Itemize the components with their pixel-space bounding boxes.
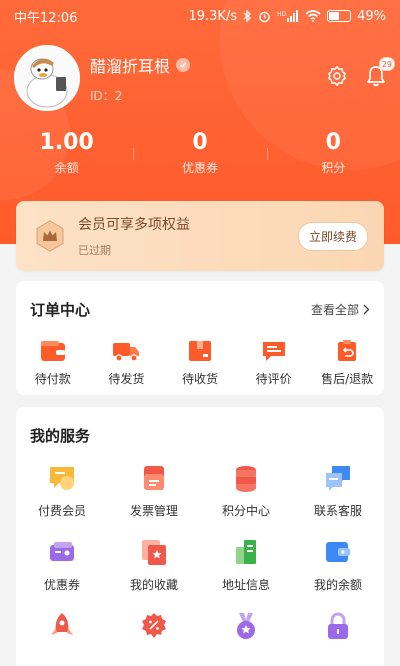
refund-icon [333, 338, 361, 364]
service-customer-support[interactable]: 联系客服 [292, 456, 384, 518]
account-stats: 1.00 余额 0 优惠券 0 积分 [0, 130, 400, 176]
notification-count-badge: 29 [378, 57, 395, 71]
vip-icon [46, 462, 78, 494]
user-id: ID：2 [90, 88, 123, 103]
favorite-icon [138, 536, 170, 568]
stat-coupons[interactable]: 0 优惠券 [133, 130, 266, 176]
wallet-icon [39, 338, 67, 364]
membership-title: 会员可享多项权益 [78, 217, 190, 233]
chevron-right-icon [363, 304, 370, 315]
comment-icon [260, 338, 288, 364]
medal-icon [230, 610, 262, 642]
discount-icon [138, 610, 170, 642]
service-label: 付费会员 [37, 504, 86, 518]
my-services-title: 我的服务 [30, 427, 91, 445]
address-icon [230, 536, 262, 568]
battery-icon [327, 10, 352, 22]
service-item[interactable] [108, 604, 200, 664]
stat-value: 0 [325, 130, 341, 155]
coupon-icon [46, 536, 78, 568]
membership-status: 已过期 [78, 244, 111, 257]
chat-icon [322, 462, 354, 494]
order-pending-payment[interactable]: 待付款 [16, 338, 90, 387]
order-label: 待收货 [181, 372, 218, 386]
order-pending-review[interactable]: 待评价 [237, 338, 311, 387]
see-all-label: 查看全部 [310, 303, 359, 317]
truck-icon [112, 338, 140, 364]
stat-value: 0 [192, 130, 208, 155]
notification-bell-icon[interactable]: 29 [366, 57, 395, 91]
renew-button[interactable]: 立即续费 [297, 221, 368, 251]
profile-section: 醋溜折耳根 ID：2 29 [14, 38, 395, 118]
battery-text: 49% [357, 8, 386, 24]
order-label: 售后/退款 [321, 372, 374, 386]
service-label: 地址信息 [221, 578, 270, 592]
stat-label: 积分 [321, 161, 346, 175]
order-after-sales[interactable]: 售后/退款 [310, 338, 384, 387]
service-paid-membership[interactable]: 付费会员 [16, 456, 108, 518]
service-item[interactable] [292, 604, 384, 664]
stat-points[interactable]: 0 积分 [266, 130, 400, 176]
balance-icon [322, 536, 354, 568]
status-time: 中午12:06 [14, 10, 78, 26]
package-icon [186, 338, 214, 364]
points-icon [230, 462, 262, 494]
service-address-info[interactable]: 地址信息 [200, 530, 292, 592]
stat-value: 1.00 [39, 130, 94, 155]
verified-icon [176, 57, 191, 72]
wifi-icon [305, 10, 321, 22]
order-pending-receipt[interactable]: 待收货 [163, 338, 237, 387]
settings-gear-icon[interactable] [326, 65, 348, 91]
service-item[interactable] [16, 604, 108, 664]
my-services-card: 我的服务 付费会员 发票管理 积分中心 联系客服 优惠券 我的收藏 地址信息 我… [16, 407, 384, 666]
service-label: 我的余额 [313, 578, 362, 592]
membership-banner[interactable]: 会员可享多项权益 已过期 立即续费 [16, 201, 384, 271]
order-label: 待评价 [255, 372, 292, 386]
crown-icon [32, 218, 68, 254]
hd-signal-icon: HD [277, 10, 299, 22]
lock-icon [322, 610, 354, 642]
rocket-icon [46, 610, 78, 642]
service-item[interactable] [200, 604, 292, 664]
stat-label: 优惠券 [181, 161, 218, 175]
service-coupons[interactable]: 优惠券 [16, 530, 108, 592]
service-label: 发票管理 [129, 504, 178, 518]
network-speed: 19.3K/s [188, 8, 238, 24]
service-favorites[interactable]: 我的收藏 [108, 530, 200, 592]
svg-text:HD: HD [277, 11, 287, 18]
see-all-orders-link[interactable]: 查看全部 [311, 301, 370, 318]
order-label: 待发货 [108, 372, 145, 386]
invoice-icon [138, 462, 170, 494]
service-label: 联系客服 [313, 504, 362, 518]
order-label: 待付款 [34, 372, 71, 386]
status-bar: 中午12:06 19.3K/s HD 49% [0, 0, 400, 32]
service-points-center[interactable]: 积分中心 [200, 456, 292, 518]
stat-balance[interactable]: 1.00 余额 [0, 130, 133, 176]
order-center-title: 订单中心 [30, 301, 91, 319]
service-label: 优惠券 [43, 578, 80, 592]
order-pending-shipment[interactable]: 待发货 [90, 338, 164, 387]
bluetooth-icon [243, 10, 252, 22]
stat-label: 余额 [54, 161, 79, 175]
alarm-icon [258, 10, 271, 23]
service-label: 积分中心 [221, 504, 270, 518]
avatar[interactable] [14, 45, 80, 111]
username: 醋溜折耳根 [90, 56, 171, 76]
service-my-balance[interactable]: 我的余额 [292, 530, 384, 592]
service-label: 我的收藏 [129, 578, 178, 592]
order-center-card: 订单中心 查看全部 待付款 待发货 待收货 待评价 售后/退款 [16, 281, 384, 395]
service-invoice-management[interactable]: 发票管理 [108, 456, 200, 518]
